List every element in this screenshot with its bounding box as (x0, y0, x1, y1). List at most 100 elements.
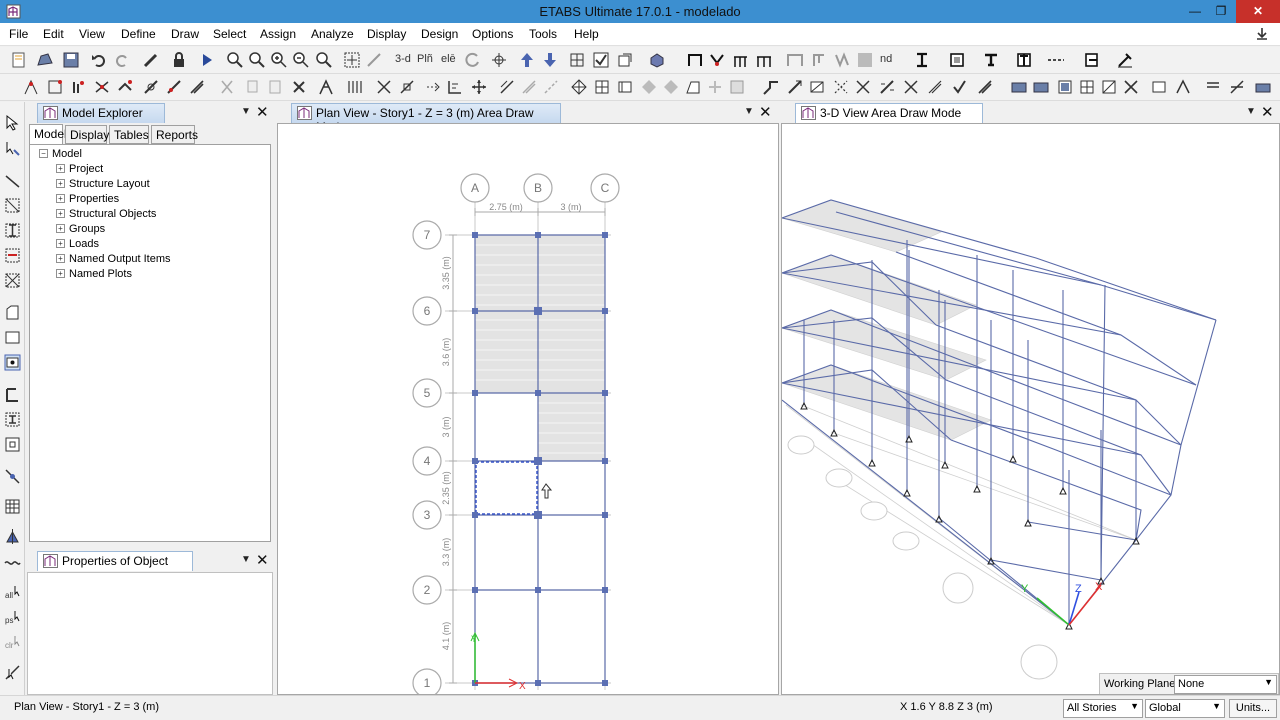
lock-icon[interactable] (170, 51, 188, 69)
draw-wall-icon[interactable] (786, 51, 804, 69)
select-pointer-icon[interactable] (4, 114, 21, 131)
view-3d-canvas[interactable]: Y Z X Working Plane None ▼ (781, 123, 1280, 695)
undo-icon[interactable] (90, 51, 108, 69)
panel-menu-arrow-icon[interactable]: ▼ (744, 106, 754, 117)
area-opening-icon[interactable] (684, 78, 702, 96)
assign-joint-icon[interactable] (22, 78, 40, 96)
paste-icon[interactable] (266, 78, 284, 96)
tab-reports[interactable]: Reports (151, 125, 198, 144)
menu-analyze[interactable]: Analyze (311, 27, 354, 41)
design-steel-icon[interactable] (786, 78, 804, 96)
show-forces-icon[interactable] (375, 78, 393, 96)
extrude-icon[interactable] (648, 51, 666, 69)
draw-tendon-icon[interactable] (856, 51, 874, 69)
perspective-icon[interactable] (490, 51, 508, 69)
merge-icon[interactable] (593, 78, 611, 96)
join-icon[interactable] (520, 78, 538, 96)
new-model-icon[interactable] (10, 51, 28, 69)
expand-icon[interactable]: + (56, 164, 65, 173)
draw-line-icon[interactable] (4, 172, 21, 189)
move-up-icon[interactable] (518, 51, 536, 69)
quick-draw-walls-icon[interactable] (4, 411, 21, 428)
draw-area-icon[interactable] (948, 51, 966, 69)
menu-design[interactable]: Design (421, 27, 458, 41)
working-plane-select[interactable]: None ▼ (1174, 675, 1277, 694)
pencil-icon[interactable] (142, 51, 160, 69)
select-all-icon[interactable]: all (4, 584, 21, 601)
design-frames-icon[interactable] (762, 78, 780, 96)
assign-offset-icon[interactable] (188, 78, 206, 96)
assign-diaphragm-icon[interactable] (93, 78, 111, 96)
assign-mass-icon[interactable] (116, 78, 134, 96)
units-button[interactable]: Units... (1229, 699, 1277, 718)
section-designer-icon[interactable] (913, 51, 931, 69)
draw-developed-elevation-icon[interactable] (1116, 51, 1134, 69)
draw-link-icon[interactable] (810, 51, 828, 69)
design-composite-icon[interactable] (832, 78, 850, 96)
panel-menu-arrow-icon[interactable]: ▼ (241, 554, 251, 565)
redo-icon[interactable] (113, 51, 131, 69)
point-icon[interactable] (706, 78, 724, 96)
divide-icon[interactable] (498, 78, 516, 96)
panel-close-icon[interactable]: ✕ (1261, 103, 1274, 121)
mesh-icon[interactable] (570, 78, 588, 96)
design-base-icon[interactable] (926, 78, 944, 96)
draw-secondary-beam-icon[interactable] (4, 247, 21, 264)
menu-tools[interactable]: Tools (529, 27, 557, 41)
design-overwrites-icon[interactable] (976, 78, 994, 96)
draw-beam-icon[interactable] (4, 197, 21, 214)
model-explorer-tab[interactable]: Model Explorer (37, 103, 165, 123)
menu-file[interactable]: File (9, 27, 28, 41)
tree-root[interactable]: − Model (39, 148, 82, 160)
tree-item-loads[interactable]: + Loads (56, 238, 99, 250)
expand-icon[interactable]: + (56, 224, 65, 233)
align-icon[interactable] (446, 78, 464, 96)
tab-display[interactable]: Display (65, 125, 109, 144)
draw-wall-v-icon[interactable] (4, 386, 21, 403)
edit-area-icon[interactable] (616, 78, 634, 96)
nd-button[interactable]: nd (880, 53, 892, 65)
design-check-icon[interactable] (950, 78, 968, 96)
menu-options[interactable]: Options (472, 27, 513, 41)
plan-view-tab[interactable]: Plan View - Story1 - Z = 3 (m) Area Draw… (291, 103, 561, 134)
expand-icon[interactable]: + (56, 194, 65, 203)
expand-shrink-icon[interactable] (640, 78, 658, 96)
display-plot-icon[interactable] (1228, 78, 1246, 96)
display-stresses-icon[interactable] (1122, 78, 1140, 96)
design-joist-icon[interactable] (854, 78, 872, 96)
display-story-response-icon[interactable] (1174, 78, 1192, 96)
plan-view-canvas[interactable]: A B C 7 6 5 4 3 2 1 2.75 (m) 3 (m) 3.35 … (277, 123, 779, 695)
selected-area[interactable] (475, 461, 538, 515)
close-button[interactable]: ✕ (1236, 0, 1280, 23)
draw-columns-icon[interactable] (732, 51, 750, 69)
move-down-icon[interactable] (541, 51, 559, 69)
zoom-out-icon[interactable] (292, 51, 310, 69)
rotate-view-icon[interactable] (464, 51, 482, 69)
display-grid-icon[interactable] (568, 51, 586, 69)
reports-icon[interactable] (1056, 78, 1074, 96)
delete-icon[interactable] (290, 78, 308, 96)
menu-display[interactable]: Display (367, 27, 406, 41)
draw-dimension-line-icon[interactable] (4, 554, 21, 571)
measure-icon[interactable] (365, 51, 383, 69)
design-concrete-icon[interactable] (808, 78, 826, 96)
clear-selection-icon[interactable]: clr (4, 634, 21, 651)
previous-selection-icon[interactable]: ps (4, 609, 21, 626)
reshape-icon[interactable] (4, 140, 21, 157)
expand-icon[interactable]: + (56, 254, 65, 263)
restore-button[interactable]: ❐ (1206, 0, 1236, 23)
stories-select[interactable]: All Stories ▼ (1063, 699, 1143, 718)
zoom-in-icon[interactable] (270, 51, 288, 69)
panel-close-icon[interactable]: ✕ (256, 103, 269, 121)
draw-dimension-icon[interactable] (1047, 51, 1065, 69)
tree-item-named-plots[interactable]: + Named Plots (56, 268, 132, 280)
draw-tendon-v-icon[interactable] (4, 528, 21, 545)
draw-pier-icon[interactable] (982, 51, 1000, 69)
view-3d-button[interactable]: 3-d (395, 53, 411, 65)
menu-assign[interactable]: Assign (260, 27, 296, 41)
draw-brace-v-icon[interactable] (4, 272, 21, 289)
menu-help[interactable]: Help (574, 27, 599, 41)
view-3d-tab[interactable]: 3-D View Area Draw Mode (795, 103, 983, 123)
draw-frame-icon[interactable] (686, 51, 704, 69)
show-deformed-icon[interactable] (345, 78, 363, 96)
